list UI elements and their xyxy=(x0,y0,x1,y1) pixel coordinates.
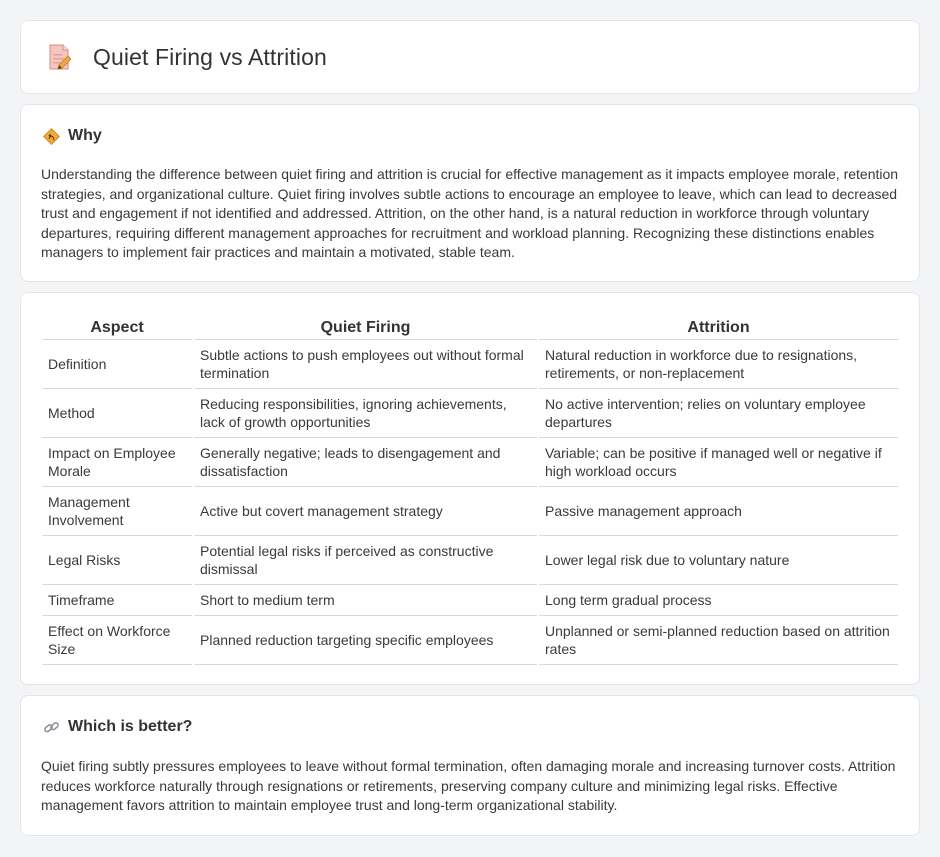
better-heading-row: Which is better? xyxy=(43,718,192,736)
better-heading: Which is better? xyxy=(68,718,193,735)
row-attrition: No active intervention; relies on volunt… xyxy=(537,388,898,438)
table-row: Definition Subtle actions to push employ… xyxy=(42,339,898,389)
table-row: Management Involvement Active but covert… xyxy=(42,486,898,536)
table-row: Legal Risks Potential legal risks if per… xyxy=(42,535,898,585)
why-section: Why Understanding the difference between… xyxy=(20,104,920,282)
row-aspect: Management Involvement xyxy=(42,486,193,536)
header-aspect: Aspect xyxy=(42,313,193,340)
row-quiet-firing: Potential legal risks if perceived as co… xyxy=(192,535,538,585)
comparison-table: Aspect Quiet Firing Attrition Definition… xyxy=(42,313,898,665)
row-aspect: Effect on Workforce Size xyxy=(42,615,193,665)
row-attrition: Variable; can be positive if managed wel… xyxy=(537,437,898,487)
row-aspect: Definition xyxy=(42,339,193,389)
row-attrition: Natural reduction in workforce due to re… xyxy=(537,339,898,389)
table-row: Method Reducing responsibilities, ignori… xyxy=(42,388,898,438)
row-aspect: Impact on Employee Morale xyxy=(42,437,193,487)
better-section: Which is better? Quiet firing subtly pre… xyxy=(20,695,920,836)
table-row: Timeframe Short to medium term Long term… xyxy=(42,584,898,616)
row-quiet-firing: Planned reduction targeting specific emp… xyxy=(192,615,538,665)
title-card: Quiet Firing vs Attrition xyxy=(20,20,920,94)
table-row: Impact on Employee Morale Generally nega… xyxy=(42,437,898,487)
row-aspect: Legal Risks xyxy=(42,535,193,585)
link-icon xyxy=(44,721,59,732)
title-row: Quiet Firing vs Attrition xyxy=(47,43,327,71)
row-attrition: Lower legal risk due to voluntary nature xyxy=(537,535,898,585)
comparison-section: Aspect Quiet Firing Attrition Definition… xyxy=(20,292,920,685)
row-attrition: Passive management approach xyxy=(537,486,898,536)
row-quiet-firing: Subtle actions to push employees out wit… xyxy=(192,339,538,389)
table-header-row: Aspect Quiet Firing Attrition xyxy=(42,313,898,340)
row-aspect: Method xyxy=(42,388,193,438)
page-title: Quiet Firing vs Attrition xyxy=(93,43,327,70)
table-row: Effect on Workforce Size Planned reducti… xyxy=(42,615,898,665)
row-quiet-firing: Reducing responsibilities, ignoring achi… xyxy=(192,388,538,438)
row-attrition: Unplanned or semi-planned reduction base… xyxy=(537,615,898,665)
why-heading: Why xyxy=(68,127,102,144)
row-quiet-firing: Short to medium term xyxy=(192,584,538,616)
row-quiet-firing: Generally negative; leads to disengageme… xyxy=(192,437,538,487)
document-pencil-icon xyxy=(49,44,71,70)
header-quiet-firing: Quiet Firing xyxy=(192,313,538,340)
row-aspect: Timeframe xyxy=(42,584,193,616)
row-attrition: Long term gradual process xyxy=(537,584,898,616)
diamond-sign-icon xyxy=(43,127,60,145)
why-heading-row: Why xyxy=(43,127,102,145)
row-quiet-firing: Active but covert management strategy xyxy=(192,486,538,536)
why-text: Understanding the difference between qui… xyxy=(41,166,899,261)
header-attrition: Attrition xyxy=(537,313,898,340)
better-text: Quiet firing subtly pressures employees … xyxy=(41,758,896,814)
